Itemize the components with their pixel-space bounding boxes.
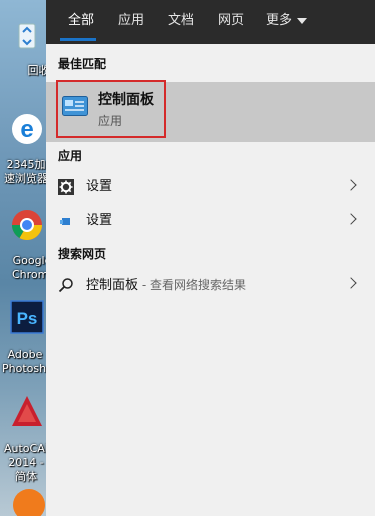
app-result-settings-2[interactable]: 设置 bbox=[46, 204, 375, 238]
chrome-icon bbox=[11, 210, 43, 241]
tab-more-label: 更多 bbox=[266, 13, 293, 28]
browser-e-icon: e bbox=[12, 114, 42, 144]
tab-all[interactable]: 全部 bbox=[68, 12, 94, 30]
desktop-icon-label: Google Chrome bbox=[12, 254, 46, 281]
desktop-background: 回收站 e 2345加速浏览器 Google Chrome Ps Adobe P… bbox=[0, 0, 46, 516]
active-tab-indicator bbox=[60, 38, 96, 41]
section-apps: 应用 bbox=[58, 149, 83, 163]
caret-down-icon bbox=[297, 17, 308, 24]
app-icon-partial bbox=[13, 489, 45, 516]
web-search-result[interactable]: 控制面板 - 查看网络搜索结果 bbox=[46, 268, 375, 302]
recycle-bin-icon bbox=[18, 23, 36, 49]
autocad-icon bbox=[12, 396, 42, 426]
desktop-icon-label: AutoCAD 2014 - 简体 bbox=[4, 442, 46, 483]
annotation-highlight-box bbox=[56, 80, 166, 138]
tab-documents[interactable]: 文档 bbox=[168, 12, 194, 30]
tab-more[interactable]: 更多 bbox=[266, 12, 308, 30]
svg-text:Ps: Ps bbox=[17, 309, 38, 328]
photoshop-icon: Ps bbox=[10, 300, 44, 334]
search-icon bbox=[58, 278, 73, 293]
web-search-query: 控制面板 bbox=[86, 278, 139, 293]
chevron-right-icon[interactable] bbox=[345, 277, 357, 289]
web-search-label: 控制面板 - 查看网络搜索结果 bbox=[86, 276, 246, 295]
svg-text:e: e bbox=[20, 116, 33, 143]
search-filter-tabs: 全部 应用 文档 网页 更多 bbox=[46, 0, 375, 44]
desktop-icon-label: 回收站 bbox=[27, 64, 47, 77]
web-search-suffix: - 查看网络搜索结果 bbox=[138, 278, 246, 292]
section-best-match: 最佳匹配 bbox=[58, 57, 107, 71]
app-result-label: 设置 bbox=[86, 179, 113, 194]
tab-web[interactable]: 网页 bbox=[218, 12, 244, 30]
section-search-web: 搜索网页 bbox=[58, 247, 107, 261]
search-results-panel: 全部 应用 文档 网页 更多 最佳匹配 控制面板 应用 应用 设置 设置 搜索网… bbox=[46, 0, 375, 516]
app-result-settings-1[interactable]: 设置 bbox=[46, 170, 375, 204]
settings-app-icon bbox=[60, 218, 70, 225]
chevron-right-icon[interactable] bbox=[345, 179, 357, 191]
desktop-icon-label: Adobe Photoshop bbox=[2, 348, 46, 375]
tab-apps[interactable]: 应用 bbox=[118, 12, 144, 30]
gear-icon bbox=[58, 179, 74, 195]
desktop-icon-label: 2345加速浏览器 bbox=[4, 158, 46, 185]
app-result-label: 设置 bbox=[86, 213, 113, 228]
chevron-right-icon[interactable] bbox=[345, 213, 357, 225]
